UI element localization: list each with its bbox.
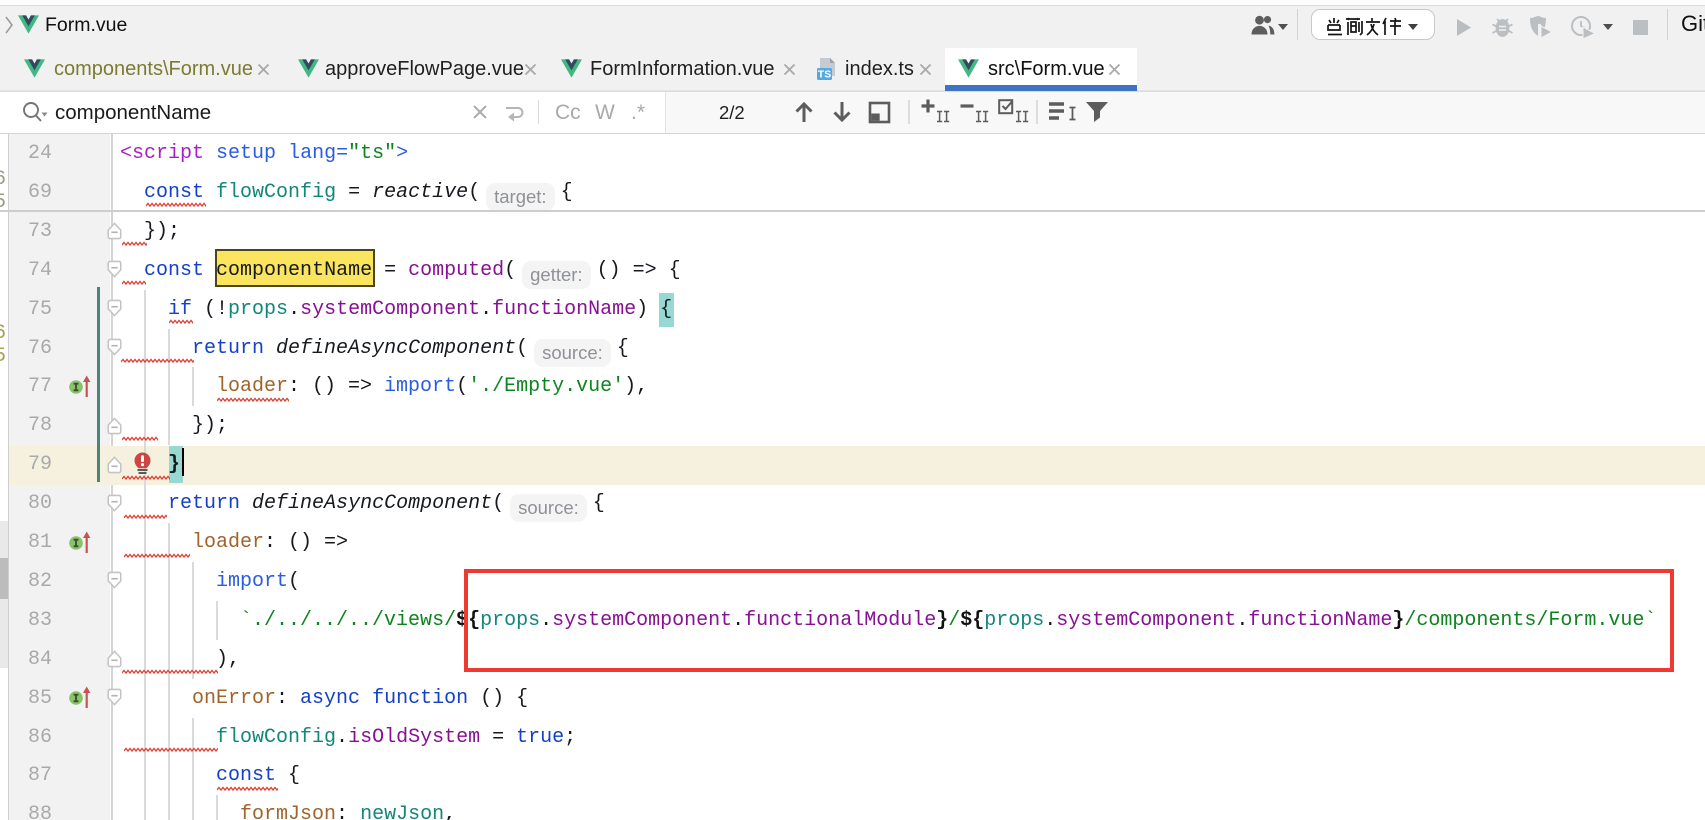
svg-text:TS: TS [818, 69, 831, 81]
